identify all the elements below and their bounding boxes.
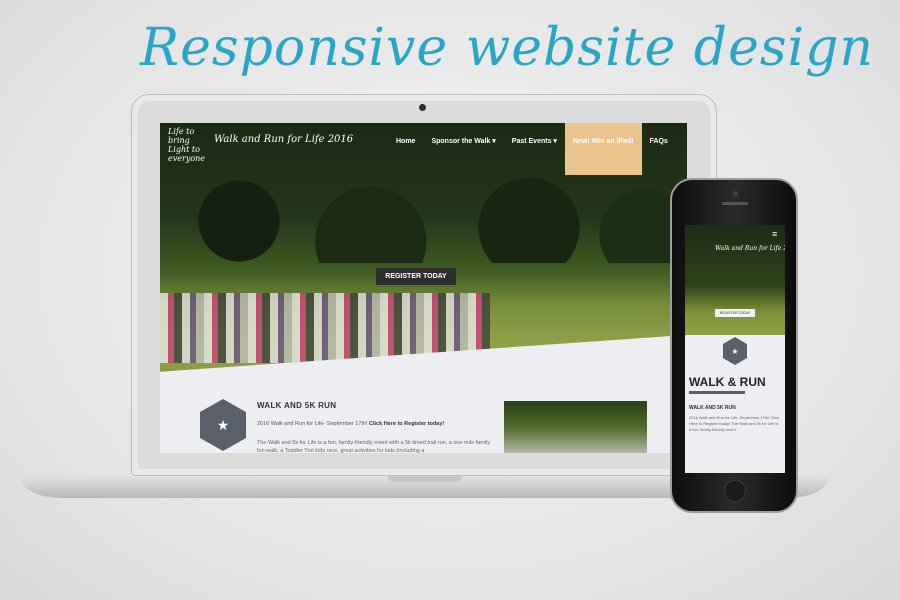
body-text: The Walk and 5k for Life is a fun, famil… — [257, 440, 491, 453]
event-photo — [504, 401, 647, 453]
laptop-screen: Life to bring Light to everyone Walk and… — [160, 123, 687, 453]
mobile-star-icon: ★ — [723, 337, 747, 365]
register-button[interactable]: REGISTER TODAY — [376, 268, 456, 285]
mobile-heading: WALK & RUN — [689, 375, 766, 389]
nav-item-past-events[interactable]: Past Events ▾ — [504, 123, 565, 161]
phone-speaker — [722, 202, 748, 205]
nav-menu: Home Sponsor the Walk ▾ Past Events ▾ Ne… — [388, 123, 676, 175]
phone-camera-icon — [733, 191, 738, 196]
home-button[interactable] — [724, 480, 746, 502]
nav-item-home[interactable]: Home — [388, 123, 423, 161]
section-heading: WALK AND 5K RUN — [257, 401, 337, 410]
hamburger-menu-icon[interactable]: ≡ — [772, 229, 777, 239]
phone-screen: ≡ Walk and Run for Life 2016 REGISTER TO… — [685, 225, 785, 473]
nav-item-win-ipad[interactable]: New! Win an iPad! — [564, 123, 642, 175]
site-title[interactable]: Walk and Run for Life 2016 — [214, 134, 353, 145]
mobile-site-title[interactable]: Walk and Run for Life 2016 — [715, 245, 785, 252]
site-nav: Life to bring Light to everyone Walk and… — [160, 123, 687, 175]
mobile-register-button[interactable]: REGISTER TODAY — [715, 309, 755, 317]
mobile-sub-heading: WALK AND 5K RUN — [689, 405, 736, 411]
phone: ≡ Walk and Run for Life 2016 REGISTER TO… — [670, 178, 798, 513]
mobile-heading-rule — [689, 391, 745, 394]
announcement-text: 2016 Walk and Run for Life- September 17… — [257, 421, 368, 427]
headline: Responsive website design — [140, 18, 874, 78]
site-logo[interactable]: Life to bring Light to everyone — [168, 127, 212, 163]
nav-item-sponsor[interactable]: Sponsor the Walk ▾ — [423, 123, 503, 161]
laptop-notch — [388, 476, 462, 482]
camera-icon — [419, 104, 426, 111]
mobile-hero — [685, 225, 785, 335]
mobile-body-text: 2016 Walk and Run for Life- September 17… — [689, 415, 780, 432]
register-link[interactable]: Click Here to Register today! — [369, 421, 444, 427]
announcement: 2016 Walk and Run for Life- September 17… — [257, 421, 497, 427]
nav-item-faqs[interactable]: FAQs — [642, 123, 676, 161]
